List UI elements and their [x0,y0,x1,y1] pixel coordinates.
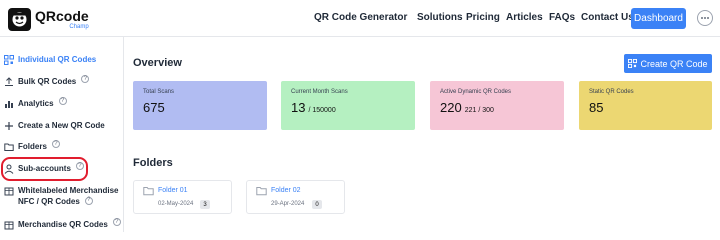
overview-heading: Overview [133,57,182,69]
folder-card[interactable]: Folder 02 29-Apr-2024 0 [246,180,345,214]
folder-icon [256,187,267,196]
box-icon [4,221,14,230]
sidebar-item-individual-qr-codes[interactable]: Individual QR Codes [4,54,96,65]
more-options-icon[interactable] [696,9,714,27]
brand-logo[interactable]: QRcode Champ [8,6,89,32]
sidebar-item-whitelabeled-merchandise[interactable]: Whitelabeled Merchandise NFC / QR Codes? [4,185,118,207]
stat-value: 675 [143,100,257,115]
stat-card-current-month-scans: Current Month Scans 13/ 150000 [281,81,415,130]
stat-number: 85 [589,100,604,115]
sidebar-item-merchandise-qr-codes[interactable]: Merchandise QR Codes ? [4,218,121,230]
qr-icon [628,59,638,68]
folder-date: 02-May-2024 [158,201,194,207]
upload-icon [5,77,13,86]
sidebar-item-label: Individual QR Codes [18,55,97,64]
folder-name[interactable]: Folder 02 [271,187,301,194]
stat-label: Active Dynamic QR Codes [440,89,512,95]
nav-faqs[interactable]: FAQs [549,12,575,23]
folder-date: 29-Apr-2024 [271,201,305,207]
folder-name[interactable]: Folder 01 [158,187,188,194]
folder-card[interactable]: Folder 01 02-May-2024 3 [133,180,232,214]
stat-limit: 221 / 300 [464,107,494,114]
stat-number: 675 [143,100,165,115]
sidebar-item-analytics[interactable]: Analytics ? [4,97,67,109]
stat-label: Total Scans [143,89,175,95]
help-icon[interactable]: ? [58,97,67,105]
brand-name: QRcode [35,7,89,24]
sidebar-item-label-line2: NFC / QR Codes [18,197,80,206]
help-icon[interactable]: ? [112,218,121,226]
sub-accounts-highlight-ring [1,157,88,181]
folder-count-badge: 3 [200,200,210,209]
nav-contact-us[interactable]: Contact Us [581,12,634,23]
stat-card-static-qr-codes: Static QR Codes 85 [579,81,712,130]
dashboard-button[interactable]: Dashboard [631,8,686,29]
folder-count-badge: 0 [312,200,322,209]
help-icon[interactable]: ? [84,196,93,205]
create-qr-code-button[interactable]: Create QR Code [624,54,712,73]
sidebar-item-label: Whitelabeled Merchandise [18,186,119,195]
stat-label: Static QR Codes [589,89,634,95]
sidebar-item-bulk-qr-codes[interactable]: Bulk QR Codes ? [4,75,90,87]
folder-icon [143,187,154,196]
logo-mascot-icon [8,7,31,31]
sidebar-item-create-new-qr-code[interactable]: Create a New QR Code [4,120,105,131]
folders-heading: Folders [133,157,173,169]
nav-pricing[interactable]: Pricing [466,12,500,23]
nav-qr-code-generator[interactable]: QR Code Generator [314,12,407,23]
stat-label: Current Month Scans [291,89,348,95]
top-navbar: QRcode Champ QR Code Generator Solutions… [0,0,720,37]
stat-value: 13/ 150000 [291,100,405,115]
stat-value: 85 [589,100,702,115]
sidebar-item-label: Analytics [18,99,54,108]
sidebar-item-label: Bulk QR Codes [18,77,77,86]
nav-solutions[interactable]: Solutions [417,12,463,23]
stat-number: 13 [291,100,306,115]
sidebar-item-label: Merchandise QR Codes [18,220,108,229]
bar-chart-icon [5,101,13,108]
sidebar-item-label: Create a New QR Code [18,121,105,130]
help-icon[interactable]: ? [51,140,60,148]
folder-icon [4,143,14,151]
plus-icon [5,122,13,130]
brand-subtitle: Champ [69,23,89,30]
stat-card-total-scans: Total Scans 675 [133,81,267,130]
sidebar-item-folders[interactable]: Folders ? [4,140,60,152]
help-icon[interactable]: ? [81,75,90,83]
box-icon [4,187,14,196]
stat-limit: / 150000 [308,107,336,114]
sidebar-item-label: Folders [18,142,47,151]
stat-number: 220 [440,100,462,115]
nav-articles[interactable]: Articles [506,12,543,23]
stat-value: 220 221 / 300 [440,100,554,115]
qr-icon [4,55,14,65]
stat-card-active-dynamic-qr-codes: Active Dynamic QR Codes 220 221 / 300 [430,81,564,130]
create-qr-code-label: Create QR Code [640,58,708,69]
